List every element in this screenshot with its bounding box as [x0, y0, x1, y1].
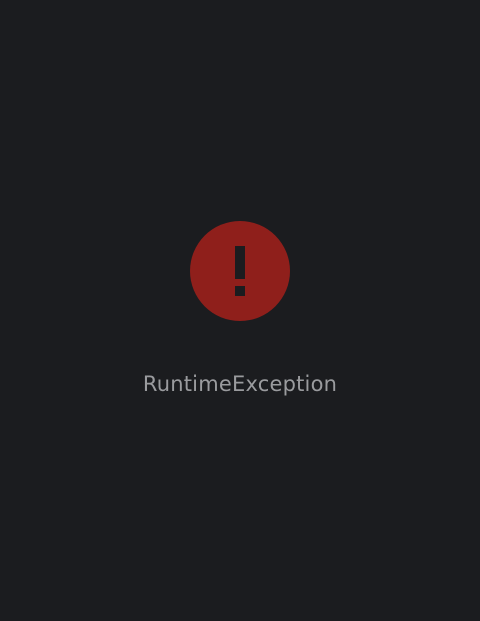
exclamation-circle-icon: [190, 221, 290, 321]
error-icon-dot: [235, 286, 245, 296]
error-message: RuntimeException: [142, 372, 338, 396]
error-screen: RuntimeException: [0, 0, 480, 621]
error-icon-bar: [235, 246, 245, 279]
